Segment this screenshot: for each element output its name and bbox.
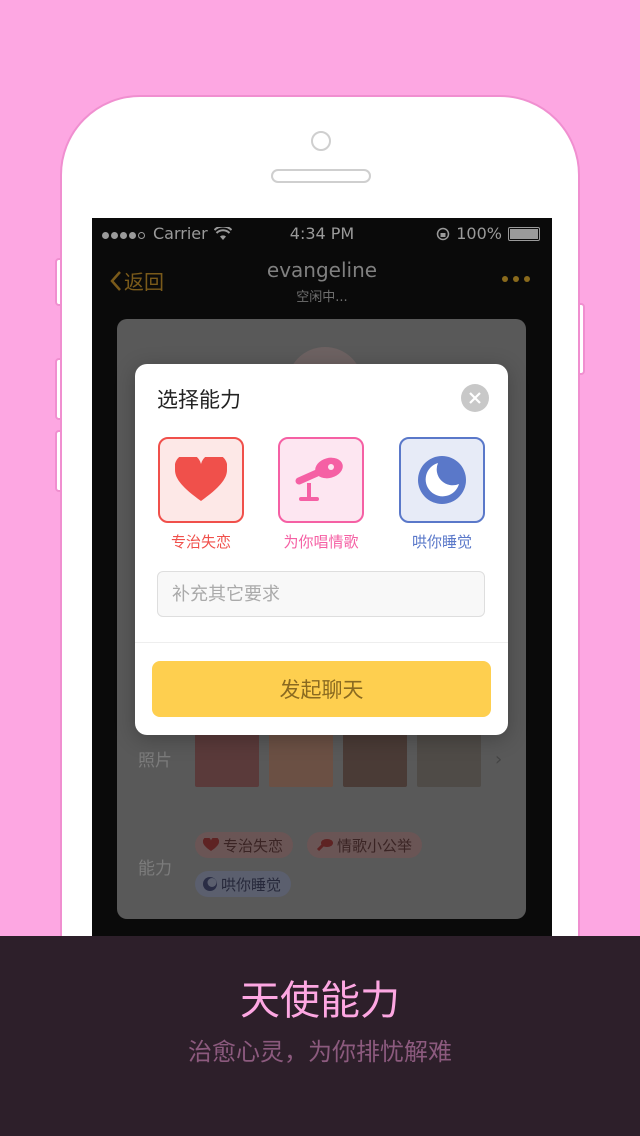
- heart-icon: [175, 457, 227, 501]
- divider: [135, 642, 508, 643]
- phone-speaker: [271, 169, 371, 183]
- moon-icon: [203, 877, 217, 891]
- ability-option-lull-to-sleep[interactable]: 哄你睡觉: [398, 437, 486, 561]
- moon-icon: [418, 456, 466, 504]
- ability-option-label: 哄你睡觉: [411, 533, 472, 551]
- close-button[interactable]: [461, 384, 489, 412]
- phone-camera: [311, 131, 331, 151]
- nav-bar: 返回 evangeline 空闲中...: [92, 256, 552, 306]
- dialog-title: 选择能力: [157, 388, 241, 412]
- photo-thumbnail[interactable]: [269, 733, 333, 787]
- ability-tag: 专治失恋: [195, 832, 294, 858]
- ability-option-box: [399, 437, 485, 523]
- heart-icon: [203, 838, 219, 851]
- abilities-label: 能力: [138, 859, 172, 879]
- ability-option-sing-love-song[interactable]: 为你唱情歌: [277, 437, 365, 561]
- extra-requirements-input[interactable]: [157, 571, 485, 617]
- ability-tag-label: 专治失恋: [223, 836, 284, 855]
- photos-label: 照片: [138, 751, 172, 771]
- ability-option-label: 为你唱情歌: [283, 533, 359, 551]
- microphone-icon: [316, 839, 333, 852]
- ability-tag: 情歌小公举: [307, 832, 423, 858]
- nav-title: evangeline: [266, 258, 378, 282]
- ability-tag-label: 情歌小公举: [337, 836, 413, 855]
- chevron-right-icon[interactable]: ›: [495, 749, 502, 770]
- photo-thumbnail[interactable]: [195, 733, 259, 787]
- ability-tag: 哄你睡觉: [195, 871, 292, 897]
- photo-thumbnail[interactable]: [417, 733, 481, 787]
- more-menu-button[interactable]: [502, 276, 530, 282]
- ability-tag-label: 哄你睡觉: [221, 875, 282, 894]
- status-bar: Carrier 4:34 PM 100%: [92, 218, 552, 250]
- select-ability-dialog: 选择能力 专治失恋 为你唱情歌 哄你睡觉 发起聊天: [135, 364, 508, 735]
- feature-subtitle: 治愈心灵，为你排忧解难: [188, 1038, 452, 1066]
- ability-option-box: [158, 437, 244, 523]
- battery-percent: 100%: [456, 224, 502, 243]
- microphone-icon: [295, 457, 343, 501]
- photo-thumbnail[interactable]: [343, 733, 407, 787]
- rotation-lock-icon: [437, 227, 450, 240]
- feature-banner: 天使能力 治愈心灵，为你排忧解难: [0, 936, 640, 1136]
- ability-option-box: [278, 437, 364, 523]
- close-icon: [469, 392, 481, 404]
- nav-subtitle: 空闲中...: [296, 290, 348, 305]
- ability-option-label: 专治失恋: [170, 533, 231, 551]
- battery-icon: [508, 226, 540, 241]
- feature-title: 天使能力: [240, 978, 400, 1024]
- ability-option-heal-heartbreak[interactable]: 专治失恋: [157, 437, 245, 561]
- start-chat-button[interactable]: 发起聊天: [152, 661, 491, 717]
